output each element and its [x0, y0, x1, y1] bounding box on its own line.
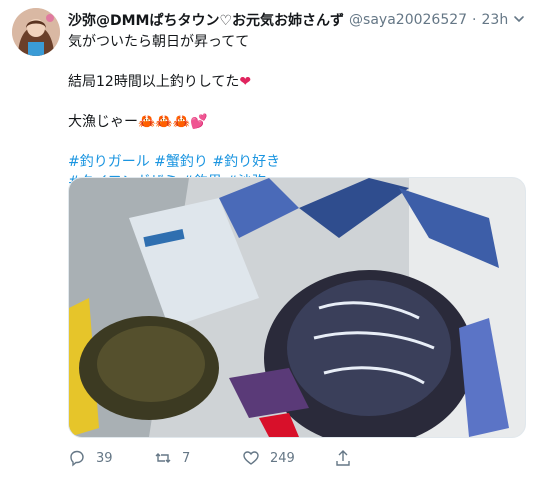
user-handle[interactable]: @saya20026527: [349, 12, 467, 28]
retweet-icon: [155, 453, 171, 463]
display-name[interactable]: 沙弥@DMMぱちタウン♡お元気お姉さんず: [68, 10, 344, 30]
crab-icon: 🦀🦀🦀: [138, 114, 191, 130]
share-button[interactable]: [334, 446, 352, 470]
heart-icon: ❤: [239, 74, 252, 90]
hashtags-line[interactable]: #釣りガール #蟹釣り #釣り好き: [68, 152, 528, 172]
retweet-button[interactable]: 7: [154, 446, 190, 470]
tweet-text: 気がついたら朝日が昇ってて 結局12時間以上釣りしてた❤ 大漁じゃー🦀🦀🦀💕 #…: [68, 32, 528, 192]
tweet-actions: 39 7 249: [68, 446, 528, 470]
retweet-count: 7: [182, 450, 191, 466]
like-count: 249: [270, 450, 295, 466]
heart-outline-icon: [243, 451, 259, 465]
chevron-down-icon[interactable]: [512, 12, 526, 26]
timestamp[interactable]: 23h: [482, 12, 509, 28]
tweet-header: 沙弥@DMMぱちタウン♡お元気お姉さんず @saya20026527 · 23h: [68, 10, 528, 30]
like-button[interactable]: 249: [242, 446, 295, 470]
reply-count: 39: [96, 450, 113, 466]
two-hearts-icon: 💕: [190, 114, 208, 130]
separator-dot: ·: [472, 12, 477, 28]
share-icon: [336, 450, 350, 466]
tweet[interactable]: 沙弥@DMMぱちタウン♡お元気お姉さんず @saya20026527 · 23h…: [0, 0, 540, 478]
avatar[interactable]: [12, 8, 60, 56]
tweet-line: 大漁じゃー🦀🦀🦀💕: [68, 114, 208, 130]
reply-icon: [70, 450, 84, 467]
tweet-line: 結局12時間以上釣りしてた❤: [68, 74, 252, 90]
tweet-line: 気がついたら朝日が昇ってて: [68, 34, 250, 50]
reply-button[interactable]: 39: [68, 446, 113, 470]
tweet-photo[interactable]: [68, 177, 526, 438]
